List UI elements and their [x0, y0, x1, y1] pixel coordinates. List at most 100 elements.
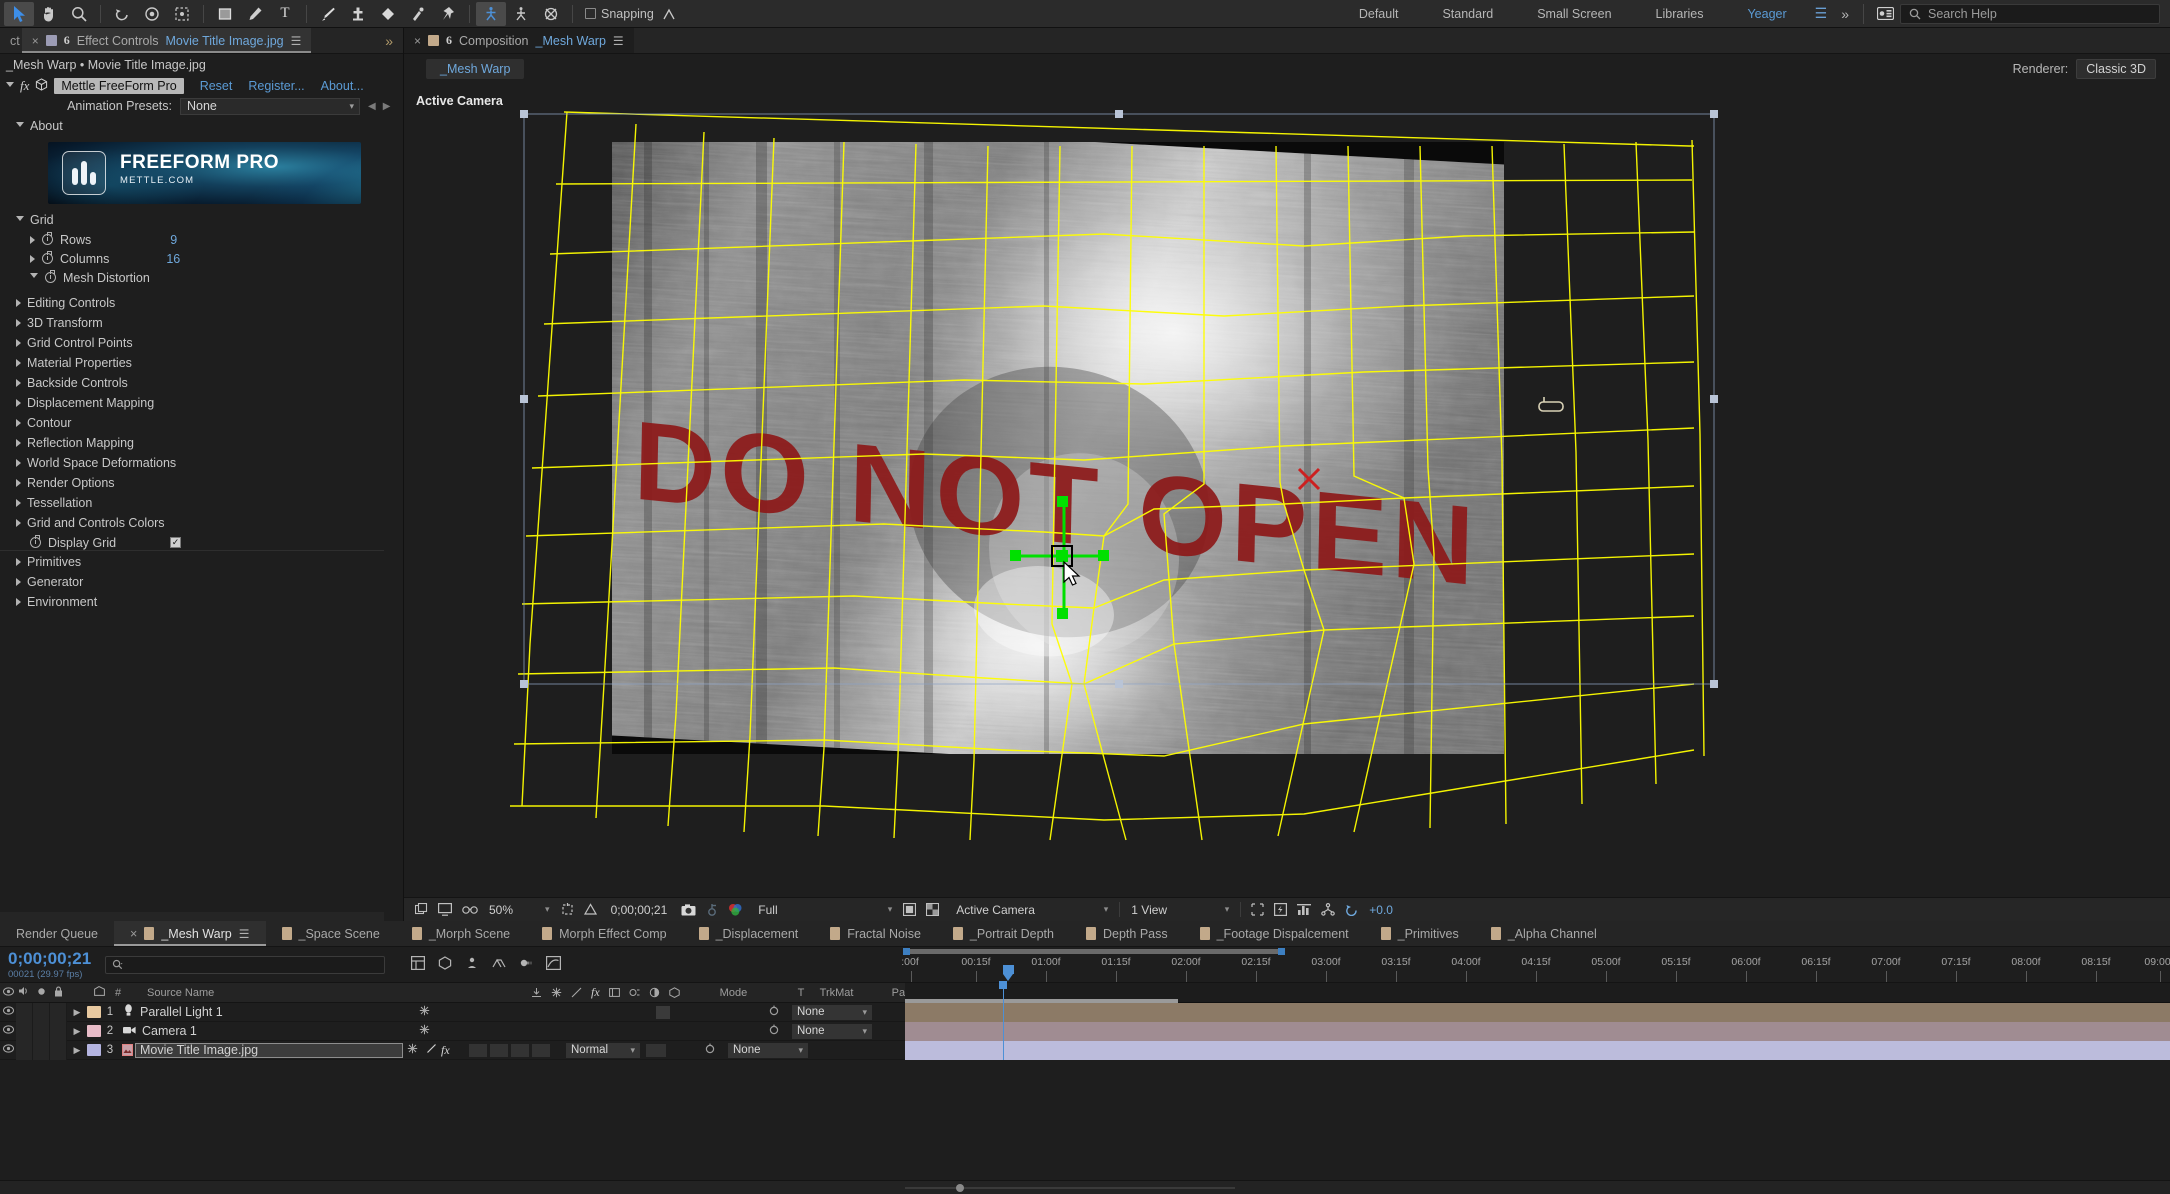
- zoom-tool[interactable]: [64, 2, 94, 26]
- collapse-transformations-icon[interactable]: [403, 1043, 421, 1057]
- roto-brush-tool[interactable]: [403, 2, 433, 26]
- composition-render[interactable]: DO NOT OPEN: [404, 84, 2170, 897]
- reset-link[interactable]: Reset: [200, 79, 233, 93]
- camera-view-dropdown[interactable]: Active Camera ▾: [944, 903, 1114, 917]
- exposure-value[interactable]: +0.0: [1363, 903, 1393, 917]
- chevron-down-icon[interactable]: [16, 215, 24, 225]
- group-about[interactable]: About: [0, 116, 403, 136]
- tab-morph-effect-comp[interactable]: Morph Effect Comp: [526, 921, 682, 946]
- display-grid-checkbox[interactable]: ✓: [170, 537, 182, 548]
- timeline-jump-icon[interactable]: [1292, 898, 1316, 922]
- source-name-column-header[interactable]: Source Name: [143, 987, 531, 999]
- draft-3d-icon[interactable]: [438, 956, 452, 973]
- effects-toggle-icon[interactable]: fx: [441, 1043, 465, 1058]
- property-value[interactable]: 9: [170, 233, 177, 247]
- chevron-right-icon[interactable]: [16, 578, 21, 586]
- chevron-right-icon[interactable]: [16, 339, 21, 347]
- group-environment[interactable]: Environment: [0, 592, 403, 612]
- preset-next-icon[interactable]: ▶: [383, 101, 391, 112]
- layer-name[interactable]: Parallel Light 1: [140, 1005, 223, 1019]
- workspace-standard[interactable]: Standard: [1420, 0, 1515, 28]
- toggle-mask-paths-icon[interactable]: [898, 898, 921, 922]
- chevron-right-icon[interactable]: [16, 519, 21, 527]
- search-help-box[interactable]: Search Help: [1900, 3, 2160, 24]
- group-world-space-deformations[interactable]: World Space Deformations: [0, 453, 403, 473]
- chevron-right-icon[interactable]: [16, 359, 21, 367]
- chevron-right-icon[interactable]: [16, 499, 21, 507]
- current-time[interactable]: 0;00;00;21: [0, 950, 91, 967]
- track-z-camera-tool[interactable]: [536, 2, 566, 26]
- tab-displacement[interactable]: _Displacement: [683, 921, 815, 946]
- parent-pick-whip-icon[interactable]: [704, 1043, 728, 1058]
- type-tool[interactable]: T: [270, 2, 300, 26]
- tab-effect-controls[interactable]: × 6 Effect Controls Movie Title Image.jp…: [21, 28, 312, 53]
- chevron-right-icon[interactable]: [16, 299, 21, 307]
- chevron-right-icon[interactable]: [16, 479, 21, 487]
- effect-panel-hscrollbar[interactable]: [0, 912, 384, 921]
- cti-marker[interactable]: [999, 981, 1007, 989]
- expand-arrow-icon[interactable]: ▶: [67, 1007, 87, 1018]
- layer-name[interactable]: Movie Title Image.jpg: [140, 1043, 258, 1057]
- viewer-timecode[interactable]: 0;00;00;21: [602, 903, 677, 917]
- video-switch-icon[interactable]: [0, 1006, 16, 1018]
- hand-tool[interactable]: [34, 2, 64, 26]
- graph-editor-icon[interactable]: [546, 956, 562, 973]
- group-displacement-mapping[interactable]: Displacement Mapping: [0, 393, 403, 413]
- motion-blur-icon[interactable]: [519, 956, 533, 973]
- pixel-aspect-correction-icon[interactable]: [1246, 898, 1269, 922]
- effect-name[interactable]: Mettle FreeForm Pro: [54, 78, 184, 94]
- workspace-default[interactable]: Default: [1337, 0, 1421, 28]
- chevron-right-icon[interactable]: [16, 558, 21, 566]
- chevron-right-icon[interactable]: [30, 235, 35, 244]
- show-snapshot-icon[interactable]: [701, 898, 723, 922]
- adjustment-cell[interactable]: [511, 1043, 529, 1057]
- parent-pick-whip-icon[interactable]: [768, 1024, 792, 1039]
- work-area-start-handle[interactable]: [903, 948, 910, 955]
- panel-menu-icon[interactable]: ☰: [239, 927, 250, 941]
- expand-arrow-icon[interactable]: ▶: [67, 1045, 87, 1056]
- chevron-right-icon[interactable]: [30, 254, 35, 263]
- chevron-right-icon[interactable]: [16, 399, 21, 407]
- close-icon[interactable]: ×: [414, 34, 421, 48]
- workspace-menu-icon[interactable]: ☰: [1809, 5, 1834, 22]
- workspace-more-icon[interactable]: »: [1833, 6, 1857, 22]
- timeline-zoom-slider[interactable]: [905, 1183, 1235, 1194]
- chevron-right-icon[interactable]: [16, 319, 21, 327]
- motion-blur-cell[interactable]: [490, 1043, 508, 1057]
- group-grid[interactable]: Grid: [0, 210, 403, 230]
- tab-alpha-channel[interactable]: _Alpha Channel: [1475, 921, 1613, 946]
- pan-behind-anchor-tool[interactable]: [167, 2, 197, 26]
- close-icon[interactable]: ×: [32, 34, 39, 48]
- tab-fractal-noise[interactable]: Fractal Noise: [814, 921, 937, 946]
- zoom-level-value[interactable]: 50%: [483, 903, 519, 917]
- zoom-dropdown-chevron[interactable]: ▾: [519, 904, 556, 915]
- view-layout-dropdown[interactable]: 1 View ▾: [1125, 903, 1235, 917]
- orbit-tool[interactable]: [506, 2, 536, 26]
- mode-column-header[interactable]: Mode: [720, 987, 798, 999]
- tab-composition[interactable]: × 6 Composition _Mesh Warp ☰: [404, 28, 634, 53]
- layer-name[interactable]: Camera 1: [142, 1024, 197, 1038]
- tabbar-overflow-icon[interactable]: »: [375, 28, 403, 53]
- stopwatch-icon[interactable]: [30, 535, 41, 548]
- timeline-graph-area[interactable]: [905, 981, 2170, 1060]
- workspace-small-screen[interactable]: Small Screen: [1515, 0, 1633, 28]
- group-primitives[interactable]: Primitives: [0, 552, 403, 572]
- group-editing-controls[interactable]: Editing Controls: [0, 293, 403, 313]
- shape-tool[interactable]: [210, 2, 240, 26]
- video-switch-icon[interactable]: [0, 1025, 16, 1037]
- collapse-transformations-icon[interactable]: [415, 1024, 433, 1038]
- workspace-yeager[interactable]: Yeager: [1725, 0, 1808, 28]
- register-link[interactable]: Register...: [248, 79, 304, 93]
- group-grid-control-points[interactable]: Grid Control Points: [0, 333, 403, 353]
- toggle-transparency-grid-icon[interactable]: [921, 898, 944, 922]
- tab-space-scene[interactable]: _Space Scene: [266, 921, 396, 946]
- tab-primitives[interactable]: _Primitives: [1365, 921, 1475, 946]
- snapping-options-icon[interactable]: [654, 2, 684, 26]
- work-area-bar[interactable]: [905, 949, 1285, 954]
- panel-menu-icon[interactable]: ☰: [291, 34, 302, 48]
- composition-viewport[interactable]: Active Camera DO NOT OPEN: [404, 84, 2170, 897]
- 3d-glasses-icon[interactable]: [457, 898, 483, 922]
- current-time-block[interactable]: 0;00;00;21 00021 (29.97 fps): [0, 950, 91, 980]
- label-color-swatch[interactable]: [87, 1044, 101, 1056]
- eraser-tool[interactable]: [373, 2, 403, 26]
